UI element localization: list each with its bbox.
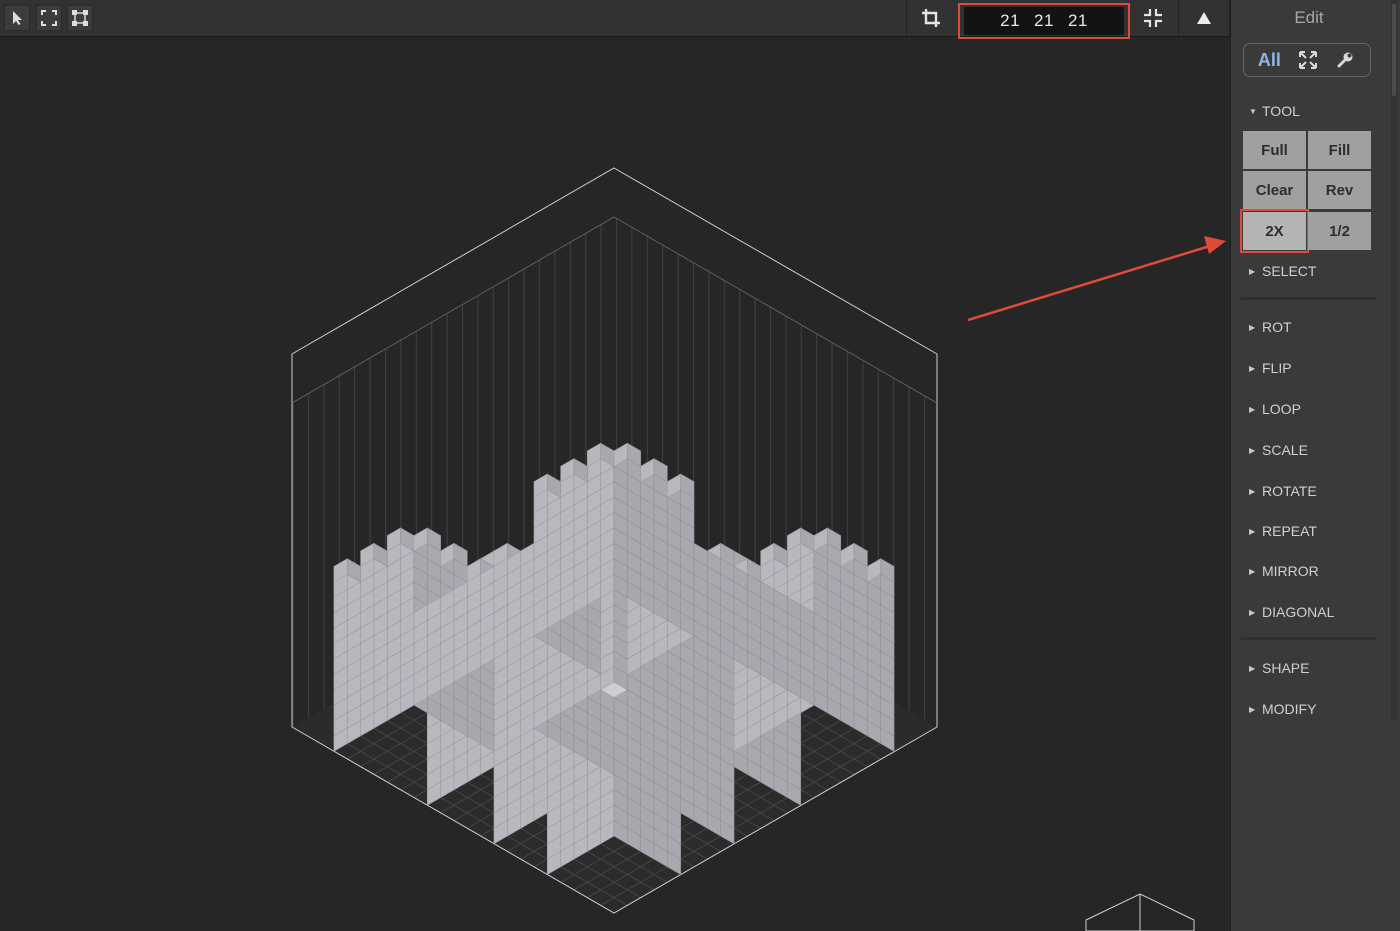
collapse-button[interactable] bbox=[1133, 0, 1173, 36]
dimensions-field[interactable]: 21 21 21 bbox=[958, 3, 1130, 39]
section-label: SCALE bbox=[1262, 442, 1308, 458]
resize-icon bbox=[1298, 51, 1317, 69]
triangle-right-icon: ▶ bbox=[1249, 526, 1256, 536]
section-label: REPEAT bbox=[1262, 523, 1317, 539]
section-label: ROT bbox=[1262, 319, 1292, 335]
section-diagonal[interactable]: ▶ DIAGONAL bbox=[1249, 602, 1334, 622]
section-label: MIRROR bbox=[1262, 563, 1319, 579]
triangle-right-icon: ▶ bbox=[1249, 445, 1256, 455]
mode-resize-button[interactable] bbox=[1297, 49, 1319, 71]
triangle-down-icon: ▼ bbox=[1249, 106, 1257, 116]
vertex-select-icon bbox=[72, 10, 88, 26]
triangle-right-icon: ▶ bbox=[1249, 404, 1256, 414]
section-scale[interactable]: ▶ SCALE bbox=[1249, 440, 1308, 460]
section-loop[interactable]: ▶ LOOP bbox=[1249, 399, 1301, 419]
section-label: SHAPE bbox=[1262, 660, 1310, 676]
triangle-right-icon: ▶ bbox=[1249, 322, 1256, 332]
crop-icon bbox=[922, 9, 940, 27]
triangle-right-icon: ▶ bbox=[1249, 704, 1256, 714]
vertex-select-button[interactable] bbox=[67, 5, 93, 31]
tool-clear-button[interactable]: Clear bbox=[1243, 171, 1306, 209]
select-arrow-button[interactable] bbox=[4, 5, 30, 31]
tool-rev-button[interactable]: Rev bbox=[1308, 171, 1371, 209]
mode-wrench-button[interactable] bbox=[1334, 49, 1356, 71]
panel-title: Edit bbox=[1294, 8, 1324, 27]
panel-divider bbox=[1241, 637, 1377, 640]
panel-scrollbar[interactable] bbox=[1391, 0, 1397, 720]
section-modify[interactable]: ▶ MODIFY bbox=[1249, 699, 1316, 719]
voxel-scene[interactable] bbox=[0, 37, 1229, 931]
box-select-icon bbox=[41, 10, 57, 26]
section-repeat[interactable]: ▶ REPEAT bbox=[1249, 521, 1317, 541]
triangle-right-icon: ▶ bbox=[1249, 566, 1256, 576]
section-label: FLIP bbox=[1262, 360, 1292, 376]
triangle-right-icon: ▶ bbox=[1249, 363, 1256, 373]
tool-fill-button[interactable]: Fill bbox=[1308, 131, 1371, 169]
section-rotate[interactable]: ▶ ROTATE bbox=[1249, 481, 1317, 501]
collapse-icon bbox=[1144, 9, 1162, 27]
tool-half-button[interactable]: 1/2 bbox=[1308, 212, 1371, 250]
section-tool[interactable]: ▼ TOOL bbox=[1249, 101, 1300, 121]
section-rot[interactable]: ▶ ROT bbox=[1249, 317, 1292, 337]
select-arrow-icon bbox=[13, 11, 22, 25]
section-label: SELECT bbox=[1262, 263, 1317, 279]
section-label: DIAGONAL bbox=[1262, 604, 1335, 620]
dimension-z-value[interactable]: 21 bbox=[1068, 11, 1088, 31]
section-label: LOOP bbox=[1262, 401, 1301, 417]
mode-all-button[interactable]: All bbox=[1258, 50, 1281, 71]
mode-selector: All bbox=[1243, 43, 1371, 77]
triangle-right-icon: ▶ bbox=[1249, 663, 1256, 673]
wrench-icon bbox=[1337, 52, 1353, 68]
section-select[interactable]: ▶ SELECT bbox=[1249, 261, 1316, 281]
section-mirror[interactable]: ▶ MIRROR bbox=[1249, 561, 1319, 581]
top-toolbar: 21 21 21 bbox=[0, 0, 1229, 39]
tool-2x-button[interactable]: 2X bbox=[1240, 209, 1309, 253]
triangle-right-icon: ▶ bbox=[1249, 266, 1256, 276]
box-select-button[interactable] bbox=[36, 5, 62, 31]
section-label: MODIFY bbox=[1262, 701, 1317, 717]
triangle-up-icon bbox=[1197, 12, 1211, 24]
tool-full-button[interactable]: Full bbox=[1243, 131, 1306, 169]
toggle-up-button[interactable] bbox=[1184, 0, 1224, 36]
edit-panel: Edit All ▼ TOOL Full Fill Clear Rev 2X 1… bbox=[1230, 0, 1400, 931]
triangle-right-icon: ▶ bbox=[1249, 607, 1256, 617]
crop-button[interactable] bbox=[911, 0, 951, 36]
panel-divider bbox=[1241, 297, 1377, 300]
section-label: ROTATE bbox=[1262, 483, 1317, 499]
dimension-x-value[interactable]: 21 bbox=[1000, 11, 1020, 31]
annotation-arrow bbox=[967, 236, 1226, 322]
section-label: TOOL bbox=[1262, 103, 1300, 119]
voxel-viewport[interactable] bbox=[0, 37, 1229, 931]
triangle-right-icon: ▶ bbox=[1249, 486, 1256, 496]
dimension-y-value[interactable]: 21 bbox=[1034, 11, 1054, 31]
section-flip[interactable]: ▶ FLIP bbox=[1249, 358, 1292, 378]
orientation-cube-gizmo[interactable] bbox=[1085, 893, 1195, 931]
section-shape[interactable]: ▶ SHAPE bbox=[1249, 658, 1309, 678]
